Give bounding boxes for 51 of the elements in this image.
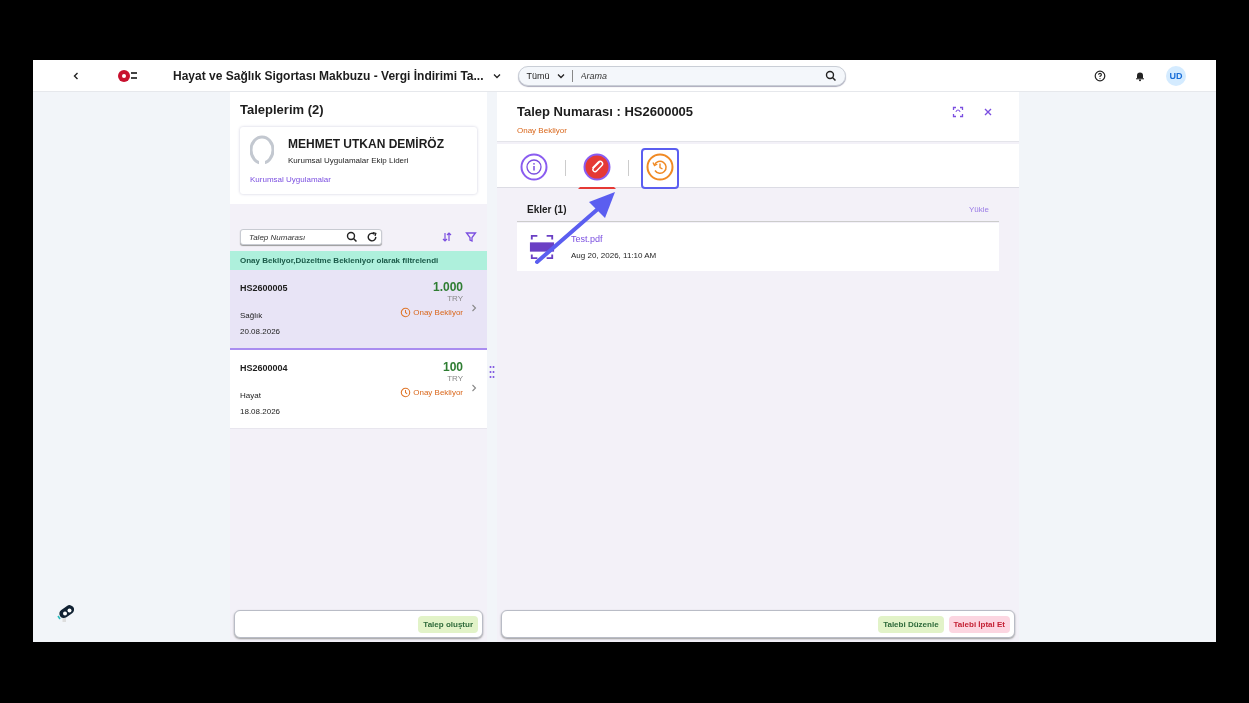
request-number: HS2600005 — [240, 283, 288, 293]
search-field[interactable]: Talep Numarası — [240, 229, 382, 245]
search-icon[interactable] — [346, 231, 358, 243]
request-number: HS2600004 — [240, 363, 288, 373]
fullscreen-icon[interactable] — [952, 106, 964, 118]
filter-icon[interactable] — [465, 231, 477, 243]
close-icon[interactable] — [982, 106, 994, 118]
currency: TRY — [447, 294, 463, 303]
currency: TRY — [447, 374, 463, 383]
request-type: Hayat — [240, 391, 261, 400]
amount: 1.000 — [432, 280, 463, 294]
sort-icon[interactable] — [441, 231, 453, 243]
profile-role: Kurumsal Uygulamalar Ekip Lideri — [288, 156, 410, 165]
file-date: Aug 20, 2026, 11:10 AM — [571, 251, 657, 260]
attachments-title: Ekler (1) — [527, 204, 567, 215]
chevron-right-icon[interactable] — [471, 383, 477, 393]
request-list-item[interactable]: HS2600005 1.000 TRY Sağlık Onay Bekliyor 20.08.2026 — [230, 270, 487, 350]
request-list-item[interactable]: HS2600004 100 TRY Hayat Onay Bekliyor 18.08.2026 — [230, 350, 487, 429]
clock-icon — [400, 307, 412, 318]
amount: 100 — [442, 360, 463, 374]
search-icon[interactable] — [824, 69, 837, 82]
status-label: Onay Bekliyor — [413, 388, 463, 397]
profile-name: MEHMET UTKAN DEMİRÖZ — [288, 137, 444, 151]
refresh-icon[interactable] — [366, 231, 378, 243]
create-request-button[interactable]: Talep oluştur — [418, 615, 478, 633]
paperclip-icon — [583, 152, 611, 181]
edit-request-button[interactable]: Talebi Düzenle — [878, 615, 944, 633]
cancel-request-button[interactable]: Talebi İptal Et — [948, 615, 1010, 633]
search-field[interactable]: Tümü Arama — [517, 65, 846, 86]
resize-handle-icon[interactable] — [489, 365, 495, 379]
department-link[interactable]: Kurumsal Uygulamalar — [250, 175, 467, 184]
tab[interactable] — [641, 147, 679, 189]
file-link[interactable]: Test.pdf — [571, 234, 657, 244]
status-label: Onay Bekliyor — [517, 126, 568, 135]
info-icon — [520, 152, 548, 181]
request-date: 18.08.2026 — [240, 407, 282, 416]
back-icon[interactable] — [71, 70, 81, 81]
user-avatar[interactable]: UD — [1166, 65, 1186, 86]
status-label: Onay Bekliyor — [413, 308, 463, 317]
filter-banner: Onay Bekliyor,Düzeltme Bekleniyor olarak filtrelendi — [230, 251, 487, 270]
search-scope[interactable]: Tümü — [526, 70, 550, 81]
clock-icon — [400, 387, 412, 398]
panel-title: Taleplerim (2) — [240, 102, 325, 117]
request-type: Sağlık — [240, 311, 263, 320]
app-title[interactable]: Hayat ve Sağlık Sigortası Makbuzu - Vergi İndirimi Ta... — [173, 68, 484, 83]
history-icon — [646, 152, 674, 181]
upload-link[interactable]: Yükle — [969, 205, 989, 214]
request-date: 20.08.2026 — [240, 327, 282, 336]
help-icon[interactable] — [1094, 69, 1106, 82]
avatar-icon — [250, 135, 274, 165]
detail-title: Talep Numarası : HS2600005 — [517, 104, 695, 119]
